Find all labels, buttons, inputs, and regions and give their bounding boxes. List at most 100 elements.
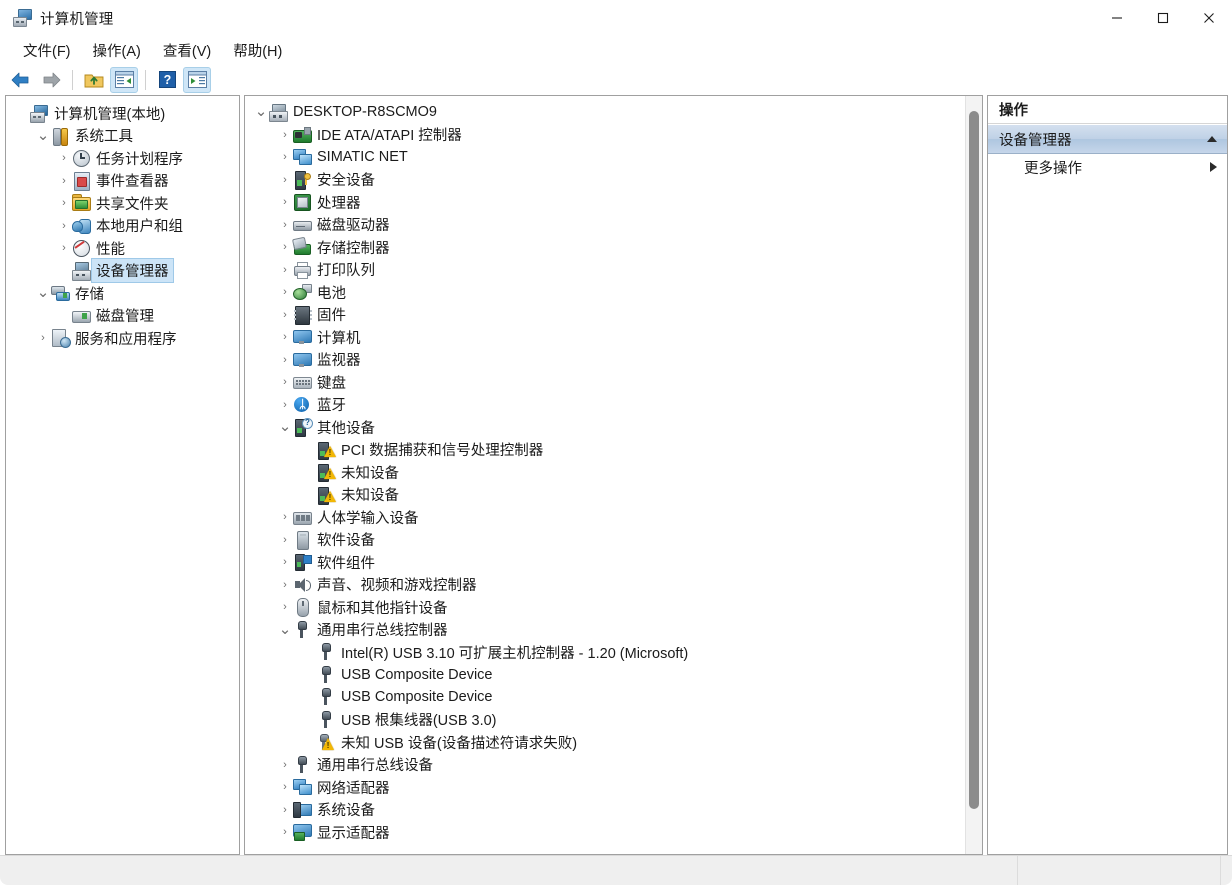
console-tree-item-row[interactable]: ⌄ 存储 bbox=[6, 282, 239, 305]
chevron-right-icon[interactable]: › bbox=[277, 259, 293, 281]
chevron-right-icon[interactable]: › bbox=[277, 191, 293, 213]
device-tree-item-row[interactable]: › 电池 bbox=[245, 281, 965, 304]
device-tree-item-row[interactable]: 未知设备 bbox=[245, 461, 965, 484]
chevron-right-icon[interactable]: › bbox=[277, 551, 293, 573]
menu-file[interactable]: 文件(F) bbox=[12, 37, 82, 64]
chevron-right-icon[interactable]: › bbox=[277, 304, 293, 326]
up-one-level-button[interactable] bbox=[80, 67, 108, 93]
device-tree-item-row[interactable]: ⌄ 通用串行总线控制器 bbox=[245, 619, 965, 642]
device-tree-item-row[interactable]: › 存储控制器 bbox=[245, 236, 965, 259]
show-console-tree-button[interactable] bbox=[110, 66, 138, 93]
chevron-right-icon[interactable]: › bbox=[277, 349, 293, 371]
chevron-right-icon[interactable]: › bbox=[56, 147, 72, 169]
device-tree-item-row[interactable]: 未知设备 bbox=[245, 484, 965, 507]
device-tree-item-row[interactable]: ⌄? 其他设备 bbox=[245, 416, 965, 439]
device-tree-item-row[interactable]: › 声音、视频和游戏控制器 bbox=[245, 574, 965, 597]
chevron-down-icon[interactable]: ⌄ bbox=[253, 101, 269, 123]
minimize-icon bbox=[1112, 17, 1122, 19]
console-tree-item-row[interactable]: › 事件查看器 bbox=[6, 170, 239, 193]
device-tree-item-row[interactable]: ⌄ DESKTOP-R8SCMO9 bbox=[245, 101, 965, 124]
help-button[interactable]: ? bbox=[153, 67, 181, 93]
back-button[interactable] bbox=[7, 67, 35, 93]
device-tree-item-row[interactable]: › 打印队列 bbox=[245, 259, 965, 282]
maximize-button[interactable] bbox=[1140, 0, 1186, 36]
console-tree-pane: 计算机管理(本地) ⌄ 系统工具 › 任务计划程序 › 事件查看器 › 共享文件夹 › 本地用户和组… bbox=[5, 95, 240, 855]
chevron-right-icon[interactable]: › bbox=[277, 394, 293, 416]
chevron-right-icon[interactable]: › bbox=[35, 327, 51, 349]
device-tree-item-row[interactable]: › 网络适配器 bbox=[245, 776, 965, 799]
console-tree-item-row[interactable]: 磁盘管理 bbox=[6, 305, 239, 328]
device-tree-item-row[interactable]: PCI 数据捕获和信号处理控制器 bbox=[245, 439, 965, 462]
chevron-right-icon[interactable]: › bbox=[277, 169, 293, 191]
device-tree-item-row[interactable]: › 计算机 bbox=[245, 326, 965, 349]
device-tree-item-row[interactable]: › SIMATIC NET bbox=[245, 146, 965, 169]
software-component-icon bbox=[293, 553, 312, 572]
forward-button[interactable] bbox=[37, 67, 65, 93]
chevron-down-icon[interactable]: ⌄ bbox=[35, 125, 51, 147]
device-tree-item-row[interactable]: USB Composite Device bbox=[245, 686, 965, 709]
device-tree-item-row[interactable]: › 人体学输入设备 bbox=[245, 506, 965, 529]
scrollbar-thumb[interactable] bbox=[969, 111, 979, 809]
device-tree-item-row[interactable]: › 处理器 bbox=[245, 191, 965, 214]
chevron-right-icon[interactable]: › bbox=[277, 146, 293, 168]
menu-view[interactable]: 查看(V) bbox=[152, 37, 222, 64]
device-tree-item-row[interactable]: › IDE ATA/ATAPI 控制器 bbox=[245, 124, 965, 147]
device-tree-item-row[interactable]: › 安全设备 bbox=[245, 169, 965, 192]
console-tree-item-row[interactable]: 计算机管理(本地) bbox=[6, 102, 239, 125]
device-tree-scrollbar[interactable] bbox=[965, 96, 982, 854]
device-tree-item-row[interactable]: › 显示适配器 bbox=[245, 821, 965, 844]
show-action-pane-button[interactable] bbox=[183, 66, 211, 93]
actions-item-more-actions[interactable]: 更多操作 bbox=[988, 154, 1227, 180]
close-button[interactable] bbox=[1186, 0, 1232, 36]
device-tree-item-row[interactable]: › 磁盘驱动器 bbox=[245, 214, 965, 237]
chevron-down-icon[interactable]: ⌄ bbox=[35, 282, 51, 304]
device-tree-item-row[interactable]: › 监视器 bbox=[245, 349, 965, 372]
device-tree-item-row[interactable]: Intel(R) USB 3.10 可扩展主机控制器 - 1.20 (Micro… bbox=[245, 641, 965, 664]
chevron-right-icon[interactable]: › bbox=[277, 326, 293, 348]
chevron-right-icon[interactable]: › bbox=[277, 799, 293, 821]
chevron-right-icon[interactable]: › bbox=[56, 170, 72, 192]
minimize-button[interactable] bbox=[1094, 0, 1140, 36]
chevron-right-icon[interactable]: › bbox=[277, 529, 293, 551]
chevron-right-icon[interactable]: › bbox=[277, 574, 293, 596]
device-tree-item-row[interactable]: › 系统设备 bbox=[245, 799, 965, 822]
chevron-right-icon[interactable]: › bbox=[277, 821, 293, 843]
console-tree-item-row[interactable]: › 共享文件夹 bbox=[6, 192, 239, 215]
console-tree-item-row[interactable]: › 本地用户和组 bbox=[6, 215, 239, 238]
chevron-right-icon[interactable]: › bbox=[277, 596, 293, 618]
chevron-right-icon[interactable]: › bbox=[277, 214, 293, 236]
console-tree-item-row[interactable]: › 性能 bbox=[6, 237, 239, 260]
device-tree-item-row[interactable]: › 软件设备 bbox=[245, 529, 965, 552]
device-tree-item-row[interactable]: › 固件 bbox=[245, 304, 965, 327]
chevron-right-icon[interactable]: › bbox=[56, 215, 72, 237]
chevron-right-icon[interactable]: › bbox=[277, 124, 293, 146]
chevron-right-icon[interactable]: › bbox=[56, 192, 72, 214]
disk-drive-icon bbox=[293, 216, 312, 234]
menu-action[interactable]: 操作(A) bbox=[82, 37, 152, 64]
device-tree-item-row[interactable]: USB Composite Device bbox=[245, 664, 965, 687]
actions-group-device-manager[interactable]: 设备管理器 bbox=[988, 124, 1227, 154]
device-tree-item-row[interactable]: USB 根集线器(USB 3.0) bbox=[245, 709, 965, 732]
device-tree-item-row[interactable]: 未知 USB 设备(设备描述符请求失败) bbox=[245, 731, 965, 754]
chevron-right-icon[interactable]: › bbox=[277, 371, 293, 393]
chevron-right-icon[interactable]: › bbox=[277, 506, 293, 528]
device-tree-item-row[interactable]: › 键盘 bbox=[245, 371, 965, 394]
chevron-right-icon[interactable]: › bbox=[277, 754, 293, 776]
chevron-up-icon[interactable] bbox=[1207, 136, 1217, 142]
console-tree-item-row[interactable]: ⌄ 系统工具 bbox=[6, 125, 239, 148]
console-tree-item-row[interactable]: › 任务计划程序 bbox=[6, 147, 239, 170]
chevron-down-icon[interactable]: ⌄ bbox=[277, 416, 293, 438]
menu-help[interactable]: 帮助(H) bbox=[222, 37, 293, 64]
console-tree-item-row[interactable]: › 服务和应用程序 bbox=[6, 327, 239, 350]
chevron-right-icon[interactable]: › bbox=[277, 281, 293, 303]
chevron-down-icon[interactable]: ⌄ bbox=[277, 619, 293, 641]
device-tree-item-row[interactable]: › 软件组件 bbox=[245, 551, 965, 574]
console-tree-item-row[interactable]: 设备管理器 bbox=[6, 258, 239, 284]
device-tree-item-row[interactable]: › 鼠标和其他指针设备 bbox=[245, 596, 965, 619]
chevron-right-icon[interactable]: › bbox=[277, 236, 293, 258]
chevron-right-icon[interactable]: › bbox=[56, 237, 72, 259]
device-tree-item-row[interactable]: › ᛦ 蓝牙 bbox=[245, 394, 965, 417]
chevron-right-icon[interactable]: › bbox=[277, 776, 293, 798]
console-tree-item-label: 本地用户和组 bbox=[96, 219, 183, 236]
device-tree-item-row[interactable]: › 通用串行总线设备 bbox=[245, 754, 965, 777]
